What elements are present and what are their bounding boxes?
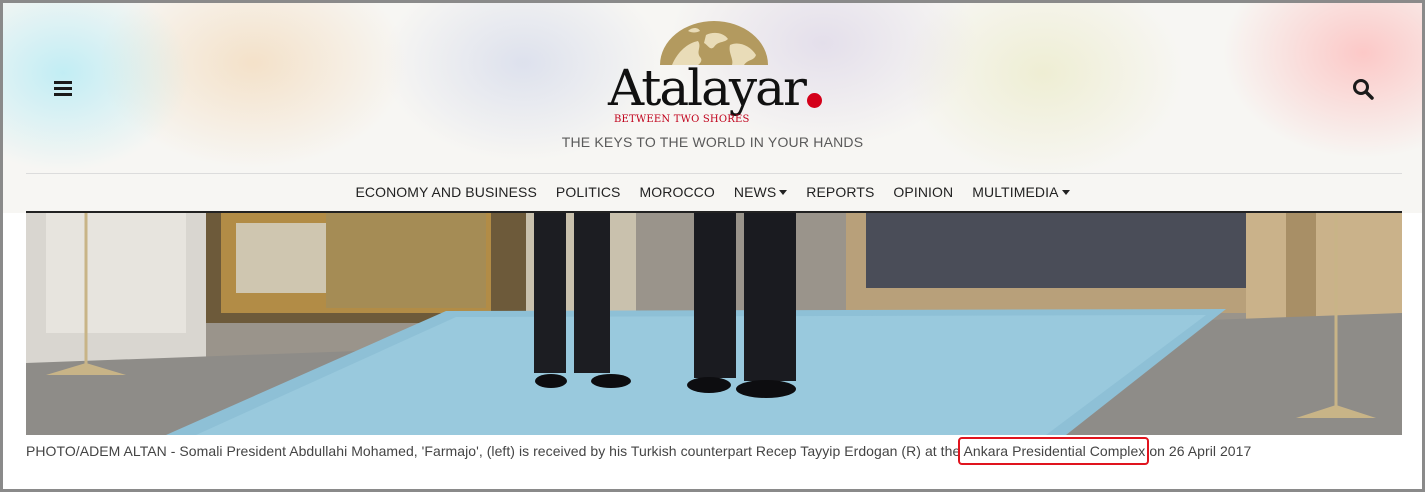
nav-item-news[interactable]: NEWS (724, 181, 796, 203)
photo-caption: PHOTO/ADEM ALTAN - Somali President Abdu… (26, 437, 1252, 465)
nav-item-label: NEWS (733, 184, 777, 200)
header-divider (26, 173, 1402, 174)
nav-item-label: ECONOMY AND BUSINESS (355, 184, 537, 200)
search-icon[interactable] (1350, 76, 1378, 104)
highlight-annotation-box (958, 437, 1150, 465)
nav-item-politics[interactable]: POLITICS (546, 181, 630, 203)
logo-wordmark: Atalayar (608, 59, 807, 117)
nav-item-economy-and-business[interactable]: ECONOMY AND BUSINESS (346, 181, 546, 203)
nav-item-label: MULTIMEDIA (972, 184, 1059, 200)
nav-item-multimedia[interactable]: MULTIMEDIA (963, 181, 1079, 203)
caret-down-icon (1061, 190, 1070, 195)
nav-item-morocco[interactable]: MOROCCO (630, 181, 724, 203)
main-navigation: ECONOMY AND BUSINESS POLITICS MOROCCO NE… (3, 181, 1422, 203)
site-tagline: THE KEYS TO THE WORLD IN YOUR HANDS (561, 134, 864, 150)
logo-red-dot (807, 93, 822, 108)
nav-item-opinion[interactable]: OPINION (884, 181, 963, 203)
nav-item-reports[interactable]: REPORTS (797, 181, 884, 203)
caret-down-icon (779, 190, 788, 195)
article-photo-illustration (26, 213, 1402, 435)
logo-subtitle: BETWEEN TWO SHORES (614, 114, 750, 125)
article-photo (26, 213, 1402, 435)
caption-text-end: on 26 April 2017 (1149, 443, 1252, 459)
hamburger-menu-icon[interactable] (51, 76, 77, 102)
nav-item-label: MOROCCO (639, 184, 715, 200)
site-logo[interactable]: Atalayar BETWEEN TWO SHORES (608, 21, 833, 131)
browser-viewport: Atalayar BETWEEN TWO SHORES THE KEYS TO … (0, 0, 1425, 492)
caption-highlighted-text: Ankara Presidential Complex (958, 437, 1150, 465)
caption-text: PHOTO/ADEM ALTAN - Somali President Abdu… (26, 443, 961, 459)
nav-item-label: REPORTS (806, 184, 875, 200)
nav-item-label: OPINION (893, 184, 954, 200)
nav-item-label: POLITICS (555, 184, 621, 200)
